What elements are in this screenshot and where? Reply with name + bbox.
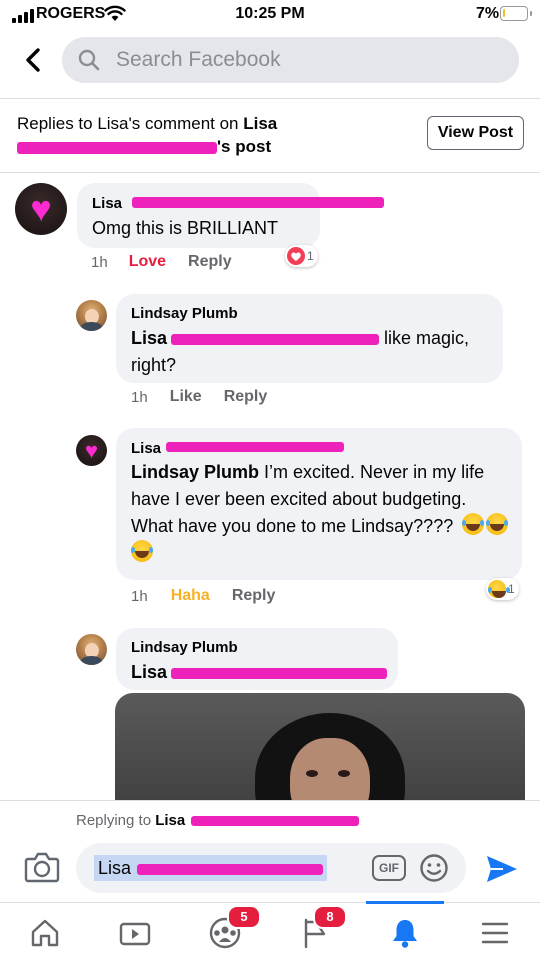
mention[interactable]: Lisa <box>131 328 167 348</box>
camera-icon[interactable] <box>24 850 60 884</box>
avatar[interactable] <box>76 300 107 331</box>
search-input[interactable]: Search Facebook <box>62 37 519 83</box>
reaction-summary[interactable]: 1 <box>285 245 318 267</box>
comment-text: Lindsay Plumb I’m excited. Never in my l… <box>131 459 511 567</box>
comment-author[interactable]: Lindsay Plumb <box>131 305 238 322</box>
battery-icon <box>500 6 532 21</box>
status-bar: ROGERS 10:25 PM 7% <box>0 0 540 30</box>
active-tab-indicator <box>366 901 444 904</box>
redacted-surname <box>191 816 360 827</box>
menu-icon <box>481 922 509 944</box>
thread-context-prefix: Replies to Lisa's comment on <box>17 114 244 133</box>
reply-input[interactable]: Lisa GIF <box>76 843 466 893</box>
reaction-count: 1 <box>508 582 515 596</box>
comment-actions: 1h Like Reply <box>131 388 267 406</box>
avatar[interactable] <box>76 634 107 665</box>
redacted-surname <box>17 141 217 154</box>
notification-badge: 8 <box>313 905 347 929</box>
like-button[interactable]: Like <box>170 388 202 406</box>
comment-text: Lisa <box>131 659 401 686</box>
tab-menu[interactable] <box>465 911 525 955</box>
post-owner-name[interactable]: Lisa <box>243 114 277 133</box>
notification-badge: 5 <box>227 905 261 929</box>
battery-percent: 7% <box>476 5 500 22</box>
comment-author[interactable]: Lisa <box>92 195 122 212</box>
comment-bubble[interactable]: Lisa Lindsay Plumb I’m excited. Never in… <box>116 428 522 580</box>
banner-divider <box>0 172 540 173</box>
mention[interactable]: Lisa <box>131 662 167 682</box>
heart-sticker-icon: ♥ <box>84 437 99 463</box>
comment-age[interactable]: 1h <box>91 254 108 271</box>
view-post-button[interactable]: View Post <box>427 116 524 150</box>
redacted-surname <box>171 333 380 345</box>
tab-watch[interactable] <box>105 911 165 955</box>
thread-context: Replies to Lisa's comment on Lisa 's pos… <box>17 112 409 158</box>
comment-age[interactable]: 1h <box>131 389 148 406</box>
avatar[interactable]: ♥ <box>15 183 67 235</box>
gif-button[interactable]: GIF <box>372 855 406 881</box>
replying-to-name: Lisa <box>155 812 186 829</box>
redacted-surname <box>137 863 324 875</box>
comment-text: Omg this is BRILLIANT <box>92 218 279 238</box>
comment-author[interactable]: Lisa <box>131 440 161 457</box>
post-owner-suffix: 's post <box>217 137 272 156</box>
battery-level <box>503 9 505 17</box>
home-icon <box>31 919 59 947</box>
comment-text: Lisa like magic, right? <box>131 325 491 379</box>
redacted-surname <box>132 197 384 208</box>
comment-age[interactable]: 1h <box>131 588 148 605</box>
comment-actions: 1h Haha Reply <box>131 587 275 605</box>
gif-attachment[interactable] <box>115 693 525 808</box>
header-divider <box>0 98 540 99</box>
chevron-left-icon <box>26 48 40 72</box>
comment-bubble[interactable]: Lindsay Plumb Lisa <box>116 628 398 690</box>
avatar[interactable]: ♥ <box>76 435 107 466</box>
mention[interactable]: Lindsay Plumb <box>131 462 259 482</box>
reply-button[interactable]: Reply <box>224 388 268 406</box>
heart-sticker-icon: ♥ <box>30 188 52 229</box>
compose-mention: Lisa <box>94 855 328 881</box>
tab-groups[interactable]: 5 <box>195 905 261 955</box>
redacted-surname <box>166 442 344 452</box>
tab-pages[interactable]: 8 <box>285 905 347 955</box>
search-placeholder: Search Facebook <box>116 48 281 71</box>
tab-notifications[interactable] <box>375 911 435 955</box>
comment-actions: 1h Love Reply <box>91 253 232 271</box>
reaction-count: 1 <box>307 249 314 263</box>
bottom-nav: 5 8 <box>0 901 540 960</box>
comment-author[interactable]: Lindsay Plumb <box>131 639 238 656</box>
reacted-love-button[interactable]: Love <box>129 253 166 271</box>
redacted-surname <box>171 667 388 679</box>
reply-button[interactable]: Reply <box>232 587 276 605</box>
comment-bubble[interactable]: Lindsay Plumb Lisa like magic, right? <box>116 294 503 383</box>
tab-home[interactable] <box>15 911 75 955</box>
search-icon <box>78 49 100 71</box>
clock: 10:25 PM <box>235 5 305 22</box>
comment-bubble[interactable]: Lisa Omg this is BRILLIANT <box>77 183 384 248</box>
back-button[interactable] <box>18 44 48 76</box>
reaction-summary[interactable]: 1 <box>486 578 519 600</box>
notifications-icon <box>393 920 417 948</box>
heart-reaction-icon <box>287 247 305 265</box>
send-icon[interactable] <box>485 854 519 884</box>
laughing-reaction-icon <box>488 580 506 598</box>
replying-to-label: Replying to Lisa <box>76 812 360 829</box>
watch-icon <box>119 922 151 946</box>
reply-button[interactable]: Reply <box>188 253 232 271</box>
emoji-icon[interactable] <box>419 853 449 883</box>
reacted-haha-button[interactable]: Haha <box>171 587 210 605</box>
